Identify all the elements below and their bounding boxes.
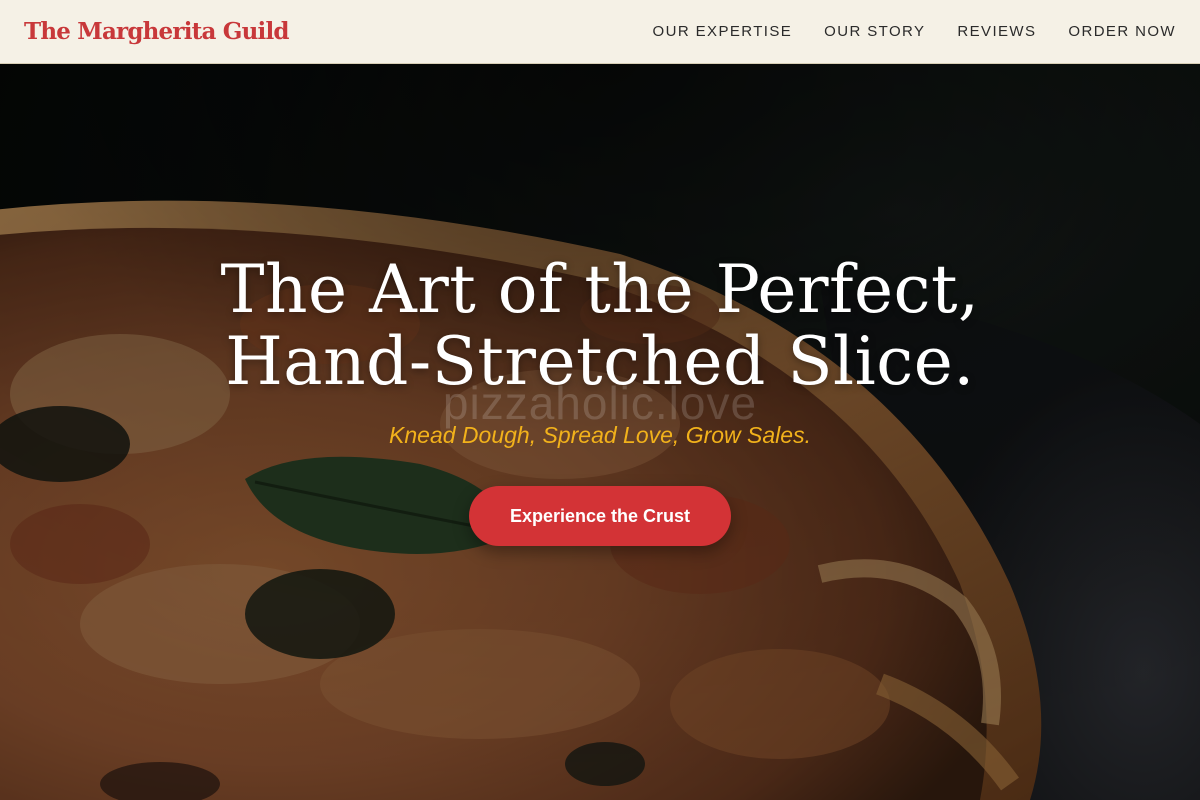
page: The Margherita Guild OUR EXPERTISE OUR S… [0,0,1200,800]
experience-crust-button[interactable]: Experience the Crust [469,486,731,546]
hero-headline-line-2: Hand-Stretched Slice. [225,323,975,400]
nav-link-reviews[interactable]: REVIEWS [957,23,1036,40]
hero-headline: The Art of the Perfect, Hand-Stretched S… [0,254,1200,398]
site-header: The Margherita Guild OUR EXPERTISE OUR S… [0,0,1200,64]
hero-tagline: Knead Dough, Spread Love, Grow Sales. [389,422,811,448]
hero-content: The Art of the Perfect, Hand-Stretched S… [0,254,1200,398]
hero-headline-line-1: The Art of the Perfect, [220,251,980,328]
nav-link-our-expertise[interactable]: OUR EXPERTISE [653,23,793,40]
nav-link-order-now[interactable]: ORDER NOW [1068,23,1176,40]
main-nav: OUR EXPERTISE OUR STORY REVIEWS ORDER NO… [653,23,1176,40]
hero-section: The Art of the Perfect, Hand-Stretched S… [0,64,1200,800]
site-logo[interactable]: The Margherita Guild [24,18,290,45]
nav-link-our-story[interactable]: OUR STORY [824,23,925,40]
